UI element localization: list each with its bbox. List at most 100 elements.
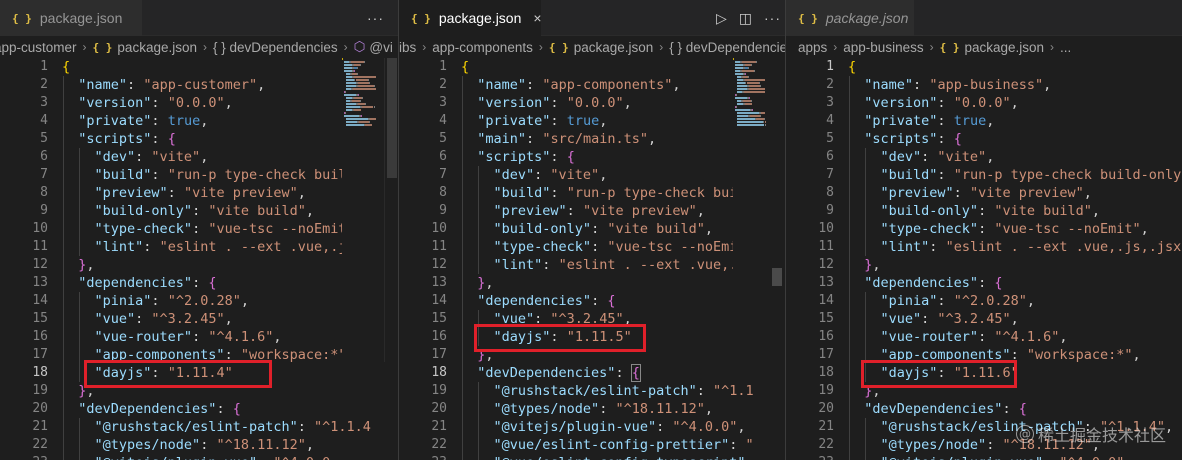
code-line: "vue-router": "^4.1.6", <box>62 328 371 346</box>
code-token: { <box>208 275 217 291</box>
close-icon[interactable]: × <box>533 10 541 26</box>
json-key: "devDependencies" <box>78 401 217 417</box>
line-number: 9 <box>439 203 447 218</box>
indent-guide <box>478 436 480 454</box>
code-token: : <box>937 131 954 147</box>
json-key: "@rushstack/eslint-patch" <box>94 419 298 435</box>
code-line: "vue": "^3.2.45", <box>62 310 371 328</box>
code-token: : <box>550 113 567 129</box>
code-token: : <box>135 311 152 327</box>
json-string: "vue-tsc --noEmit" <box>607 239 754 255</box>
code-token: { <box>167 131 176 147</box>
code-token: , <box>1059 329 1068 345</box>
breadcrumb-symbol[interactable]: { } devDependencie <box>669 40 785 55</box>
code-line: "devDependencies": { <box>62 400 371 418</box>
json-key: "pinia" <box>94 293 152 309</box>
json-string: "vite build" <box>607 221 705 237</box>
json-key: "build" <box>94 167 152 183</box>
minimap-line <box>358 94 360 96</box>
code-token: : <box>937 113 954 129</box>
chevron-right-icon: › <box>538 40 543 54</box>
indent-guide <box>462 130 463 148</box>
line-number: 9 <box>826 203 834 218</box>
json-key: "dev" <box>94 149 136 165</box>
split-sash-handle[interactable] <box>772 268 782 286</box>
line-number: 23 <box>786 454 834 460</box>
minimap-line <box>759 82 761 84</box>
code-line: "dependencies": { <box>461 292 762 310</box>
json-string: "run-p type-check build-only" <box>953 167 1182 183</box>
minimap-line <box>751 100 752 102</box>
breadcrumb-folder[interactable]: app-components <box>432 40 533 55</box>
line-number: 22 <box>32 437 48 452</box>
breadcrumb-file[interactable]: package.json <box>117 40 197 55</box>
json-string: "eslint . --ext .vue,.js <box>558 257 754 273</box>
line-number: 2 <box>439 77 447 92</box>
code-line: "devDependencies": { <box>461 364 762 382</box>
minimap-line <box>760 85 761 87</box>
code-editor[interactable]: 1234567891011121314151617181920212223 { … <box>399 58 785 460</box>
tab-package-json-app-customer[interactable]: { } package.json <box>0 0 142 36</box>
line-number: 15 <box>818 311 834 326</box>
minimap-line <box>736 112 760 114</box>
code-token: , <box>599 113 608 129</box>
json-key: "private" <box>477 113 551 129</box>
json-file-icon: { } <box>798 11 818 25</box>
breadcrumb-folder-parent[interactable]: ibs <box>399 40 416 55</box>
code-editor[interactable]: 1234567891011121314151617181920212223 { … <box>0 58 398 460</box>
tab-package-json-app-components[interactable]: { } package.json × <box>399 0 542 36</box>
minimap-line <box>353 97 362 99</box>
json-key: "build-only" <box>493 221 592 237</box>
minimap-line <box>360 115 362 117</box>
tab-label: package.json <box>39 10 123 26</box>
code-token: : <box>591 293 608 309</box>
indent-guide <box>478 418 480 436</box>
json-key: "vue-router" <box>880 329 979 345</box>
breadcrumb-folder-parent[interactable]: apps <box>798 40 827 55</box>
minimap-line <box>743 91 766 93</box>
breadcrumb-symbol-2[interactable]: @vi <box>369 40 392 55</box>
line-number: 10 <box>32 221 48 236</box>
minimap-line <box>734 73 743 75</box>
minimap-line <box>748 76 750 78</box>
json-string: "^18.11.12" <box>216 437 306 453</box>
minimap-line <box>358 85 375 87</box>
more-actions-icon[interactable]: ··· <box>764 10 781 26</box>
split-editor-icon[interactable]: ◫ <box>739 10 752 27</box>
minimap-line <box>345 79 354 81</box>
scrollbar-thumb[interactable] <box>387 58 397 178</box>
json-string: "^3.2.45" <box>151 311 225 327</box>
code-token: : <box>937 95 954 111</box>
json-key: "type-check" <box>493 239 592 255</box>
more-actions-icon[interactable]: ··· <box>367 10 384 26</box>
indent-guide <box>63 418 64 436</box>
breadcrumb-ellipsis[interactable]: ... <box>1060 40 1071 55</box>
breadcrumb-folder[interactable]: app-customer <box>0 40 77 55</box>
tab-package-json-app-business[interactable]: { } package.json <box>786 0 914 36</box>
indent-guide <box>849 184 850 202</box>
code-token: : <box>1043 455 1059 460</box>
line-number: 21 <box>818 419 834 434</box>
minimap-line <box>368 79 370 81</box>
json-string: "src/main.ts" <box>542 131 648 147</box>
line-number-gutter: 1234567891011121314151617181920212223 <box>0 58 48 460</box>
breadcrumb-file[interactable]: package.json <box>964 40 1044 55</box>
minimap-line <box>361 97 363 99</box>
minimap[interactable] <box>733 58 783 368</box>
json-file-icon: { } <box>92 40 113 54</box>
indent-guide <box>478 184 480 202</box>
breadcrumb-symbol[interactable]: { } devDependencies <box>213 40 338 55</box>
breadcrumb-file[interactable]: package.json <box>574 40 654 55</box>
breadcrumb-folder[interactable]: app-business <box>843 40 923 55</box>
line-number: 6 <box>40 149 48 164</box>
code-token: : <box>297 419 314 435</box>
vertical-scrollbar[interactable] <box>384 58 398 362</box>
code-editor[interactable]: 1234567891011121314151617181920212223 { … <box>786 58 1182 460</box>
line-number: 17 <box>431 347 447 362</box>
play-icon[interactable]: ▷ <box>716 10 727 27</box>
indent-guide <box>462 148 463 166</box>
